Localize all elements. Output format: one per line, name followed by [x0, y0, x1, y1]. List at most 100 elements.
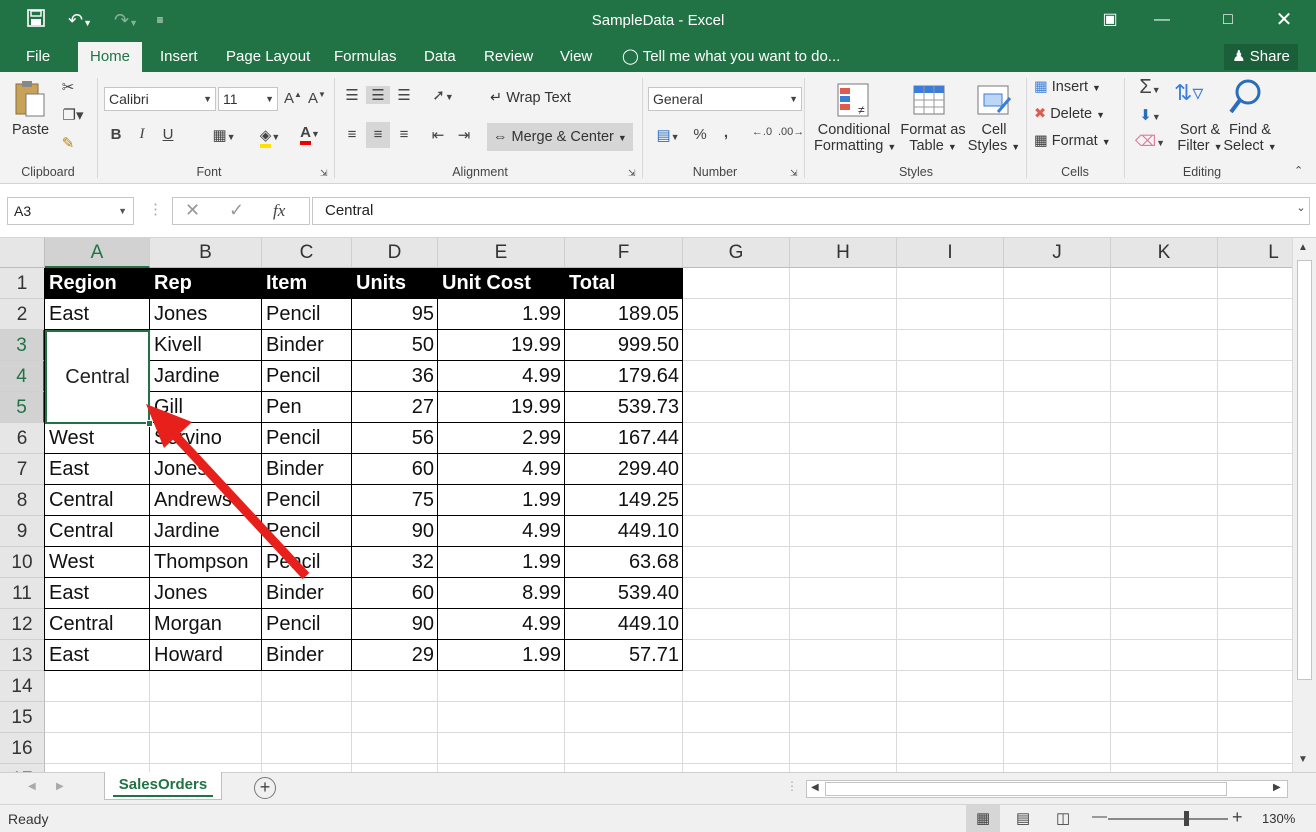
decrease-decimal-icon[interactable]: .00→ [778, 126, 804, 138]
autosum-icon[interactable]: Σ▼ [1132, 76, 1168, 99]
cell[interactable]: 4.99 [438, 454, 565, 485]
header-cell-item[interactable]: Item [262, 268, 352, 299]
row-header-17[interactable]: 17 [0, 764, 45, 772]
increase-font-icon[interactable]: A▲ [284, 90, 302, 107]
cell[interactable]: Pencil [262, 361, 352, 392]
cell[interactable]: 50 [352, 330, 438, 361]
column-header-h[interactable]: H [790, 238, 897, 268]
zoom-out-icon[interactable]: — [1092, 808, 1107, 825]
tab-data[interactable]: Data [412, 42, 468, 72]
comma-button[interactable]: , [718, 124, 734, 141]
row-header-11[interactable]: 11 [0, 578, 45, 609]
add-sheet-icon[interactable]: + [254, 777, 276, 799]
minimize-icon[interactable]: — [1142, 6, 1182, 34]
tab-page-layout[interactable]: Page Layout [214, 42, 322, 72]
number-format-select[interactable]: General ▼ [648, 87, 802, 111]
cell[interactable]: East [45, 578, 150, 609]
increase-indent-icon[interactable]: ⇥ [454, 126, 474, 144]
vertical-scrollbar[interactable]: ▲ ▼ [1292, 238, 1316, 772]
header-cell-total[interactable]: Total [565, 268, 683, 299]
cell[interactable]: 57.71 [565, 640, 683, 671]
page-layout-view-icon[interactable]: ▤ [1016, 809, 1030, 827]
cell[interactable]: Howard [150, 640, 262, 671]
cell[interactable]: 4.99 [438, 361, 565, 392]
tab-home[interactable]: Home [78, 42, 143, 72]
row-header-7[interactable]: 7 [0, 454, 45, 485]
cell[interactable]: 63.68 [565, 547, 683, 578]
column-header-e[interactable]: E [438, 238, 565, 268]
cell[interactable]: 299.40 [565, 454, 683, 485]
middle-align-icon[interactable]: ☰ [366, 86, 390, 104]
font-size-select[interactable]: 11 ▼ [218, 87, 278, 111]
cell[interactable]: 8.99 [438, 578, 565, 609]
prev-sheet-icon[interactable]: ◀ [28, 781, 36, 792]
cell[interactable]: 60 [352, 578, 438, 609]
cell[interactable]: 539.73 [565, 392, 683, 423]
format-as-table-icon[interactable] [912, 82, 952, 122]
scroll-right-icon[interactable]: ▶ [1273, 782, 1281, 793]
cell[interactable]: Thompson [150, 547, 262, 578]
column-header-a[interactable]: A [45, 238, 150, 268]
tell-me-box[interactable]: ◯ Tell me what you want to do... [622, 42, 840, 72]
clear-icon[interactable]: ⌫▼ [1132, 132, 1168, 150]
cell[interactable]: 27 [352, 392, 438, 423]
column-header-c[interactable]: C [262, 238, 352, 268]
cell[interactable]: Jardine [150, 361, 262, 392]
decrease-font-icon[interactable]: A▼ [308, 90, 326, 107]
tab-review[interactable]: Review [472, 42, 545, 72]
align-right-icon[interactable]: ≡ [394, 126, 414, 143]
row-header-4[interactable]: 4 [0, 361, 45, 392]
header-cell-region[interactable]: Region [45, 268, 150, 299]
format-as-table-button[interactable]: Format as Table ▼ [896, 122, 970, 154]
borders-icon[interactable]: ▦▼ [206, 126, 242, 144]
dialog-launcher-icon[interactable]: ⇲ [320, 168, 328, 179]
wrap-text-button[interactable]: ↵ Wrap Text [490, 90, 571, 106]
tab-file[interactable]: File [14, 42, 62, 72]
top-align-icon[interactable]: ☰ [342, 86, 362, 104]
worksheet-grid[interactable]: ABCDEFGHIJKL1234567891011121314151617Reg… [0, 238, 1292, 772]
scroll-up-icon[interactable]: ▲ [1298, 242, 1308, 253]
enter-icon[interactable]: ✓ [229, 200, 244, 221]
cell[interactable]: 1.99 [438, 640, 565, 671]
scroll-left-icon[interactable]: ◀ [811, 782, 819, 793]
cell[interactable]: Jones [150, 578, 262, 609]
horizontal-scrollbar[interactable]: ◀ ▶ [806, 780, 1288, 798]
column-header-i[interactable]: I [897, 238, 1004, 268]
cell[interactable]: Jardine [150, 516, 262, 547]
accounting-format-icon[interactable]: ▤▼ [650, 126, 686, 144]
select-all-corner[interactable] [0, 238, 45, 268]
insert-cells-button[interactable]: ▦ Insert ▼ [1034, 79, 1101, 95]
copy-icon[interactable]: ❐▾ [58, 106, 88, 124]
expand-formula-bar-icon[interactable]: ⌄ [1292, 201, 1310, 214]
find-select-icon[interactable] [1228, 78, 1268, 118]
format-painter-icon[interactable]: ✎ [58, 134, 78, 152]
cell[interactable]: 75 [352, 485, 438, 516]
column-header-f[interactable]: F [565, 238, 683, 268]
page-break-view-icon[interactable]: ◫ [1056, 809, 1070, 827]
tab-view[interactable]: View [548, 42, 604, 72]
cell[interactable]: 4.99 [438, 516, 565, 547]
cell[interactable]: Central [45, 609, 150, 640]
cell[interactable]: Pen [262, 392, 352, 423]
cell[interactable]: 1.99 [438, 485, 565, 516]
cell[interactable]: Central [45, 516, 150, 547]
next-sheet-icon[interactable]: ▶ [56, 781, 64, 792]
maximize-icon[interactable]: □ [1208, 6, 1248, 34]
find-select-button[interactable]: Find & Select ▼ [1222, 122, 1278, 154]
cell[interactable]: West [45, 423, 150, 454]
dialog-launcher-icon[interactable]: ⇲ [790, 168, 798, 179]
cell[interactable]: 179.64 [565, 361, 683, 392]
sheet-tab-salesorders[interactable]: SalesOrders [104, 772, 222, 800]
zoom-level[interactable]: 130% [1262, 811, 1295, 826]
cell[interactable]: Jones [150, 299, 262, 330]
dialog-launcher-icon[interactable]: ⇲ [628, 168, 636, 179]
name-box[interactable]: A3 ▼ [7, 197, 134, 225]
cell[interactable]: Pencil [262, 609, 352, 640]
italic-button[interactable]: I [134, 126, 150, 143]
decrease-indent-icon[interactable]: ⇤ [428, 126, 448, 144]
cell[interactable]: Jones [150, 454, 262, 485]
row-header-10[interactable]: 10 [0, 547, 45, 578]
sort-filter-icon[interactable]: ⇅▿ [1174, 80, 1214, 118]
formula-input[interactable]: Central [312, 197, 1310, 225]
cell[interactable]: Pencil [262, 547, 352, 578]
